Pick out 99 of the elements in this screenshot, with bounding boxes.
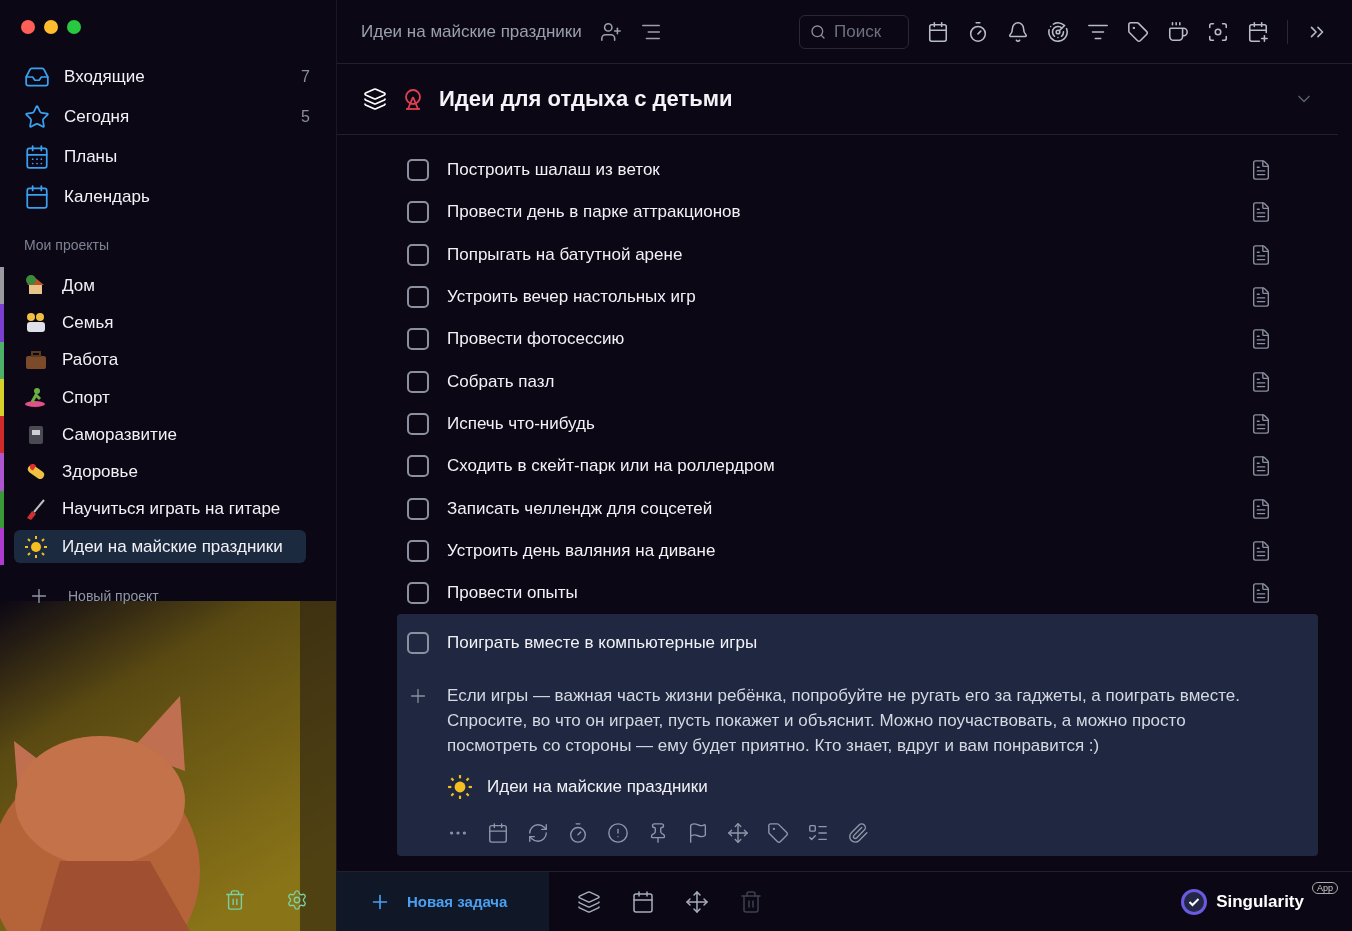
project-item[interactable]: Семья (14, 306, 306, 340)
repeat-icon[interactable] (527, 821, 549, 844)
sidebar-item[interactable]: Входящие 7 (0, 57, 336, 97)
task-checkbox[interactable] (407, 201, 429, 224)
cup-icon[interactable] (1167, 20, 1189, 43)
project-item[interactable]: Спорт (14, 380, 306, 415)
surfer-icon (24, 385, 48, 410)
project-item[interactable]: Саморазвитие (14, 418, 306, 452)
move-icon[interactable] (727, 821, 749, 844)
note-icon[interactable] (1250, 497, 1272, 520)
search-field[interactable]: Поиск (799, 14, 909, 49)
brand-logo (1180, 887, 1209, 916)
project-item[interactable]: Дом (14, 269, 306, 303)
close-window-button[interactable] (21, 20, 35, 34)
task-title[interactable]: Провести фотосессию (447, 329, 1232, 350)
task-title[interactable]: Собрать пазл (447, 371, 1232, 392)
note-icon[interactable] (1250, 455, 1272, 478)
search-icon (810, 23, 826, 40)
item-count: 5 (301, 108, 310, 126)
trash-icon[interactable] (224, 889, 246, 911)
task-title[interactable]: Устроить день валяния на диване (447, 540, 1232, 561)
note-icon[interactable] (1250, 201, 1272, 224)
task-checkbox[interactable] (407, 497, 429, 520)
layers-icon[interactable] (577, 889, 601, 914)
focus-icon[interactable] (1207, 20, 1229, 43)
calendar-icon[interactable] (927, 20, 949, 43)
task-checkbox[interactable] (407, 370, 429, 393)
task-checkbox[interactable] (407, 455, 429, 478)
task-project[interactable]: Идеи на майские праздники (487, 776, 708, 797)
sidebar-label: Календарь (64, 187, 151, 207)
note-icon[interactable] (1250, 328, 1272, 351)
move-icon[interactable] (685, 889, 709, 914)
new-task-button[interactable]: Новая задача (337, 872, 549, 931)
guitar-icon (24, 497, 48, 522)
add-user-icon[interactable] (599, 20, 622, 43)
alert-icon[interactable] (607, 821, 629, 844)
task-title[interactable]: Попрыгать на батутной арене (447, 244, 1232, 265)
new-project-button[interactable]: Новый проект (0, 565, 336, 608)
sidebar-label: Планы (64, 147, 119, 167)
note-icon[interactable] (1250, 582, 1272, 605)
tag-icon[interactable] (767, 821, 789, 844)
stopwatch-icon[interactable] (967, 20, 989, 43)
note-icon[interactable] (1250, 243, 1272, 266)
task-title[interactable]: Провести опыты (447, 583, 1232, 604)
note-icon[interactable] (1250, 370, 1272, 393)
calendar-icon[interactable] (487, 821, 509, 844)
task-title[interactable]: Сходить в скейт-парк или на роллердром (447, 456, 1232, 477)
task-note: Если игры — важная часть жизни ребёнка, попробуйте не ругать его за гаджеты, а поиграть вместе. Спросите, во что он играет, пусть покажет и объяснит. Можно поучаствовать, а можно просто посмотреть со стороны — ему будет приятно. Кто знает, вдруг и вам понравится :) (447, 684, 1242, 757)
section-title: Идеи для отдыха с детьми (439, 86, 734, 112)
settings-icon[interactable] (286, 889, 308, 911)
project-item[interactable]: Идеи на майские праздники (14, 530, 306, 564)
calendar-icon (24, 144, 50, 170)
sidebar-label: Входящие (64, 67, 146, 87)
task-title[interactable]: Устроить вечер настольных игр (447, 287, 1232, 308)
task-title[interactable]: Испечь что-нибудь (447, 413, 1232, 434)
task-title[interactable]: Построить шалаш из веток (447, 160, 1232, 181)
sidebar-item[interactable]: Планы (0, 137, 336, 177)
breadcrumb-title: Идеи на майские праздники (361, 21, 582, 42)
task-checkbox[interactable] (407, 243, 429, 266)
sidebar-label: Сегодня (64, 107, 131, 127)
task-checkbox[interactable] (407, 328, 429, 351)
note-icon[interactable] (1250, 412, 1272, 435)
project-item[interactable]: Работа (14, 343, 306, 377)
task-checkbox[interactable] (407, 539, 429, 562)
item-count: 7 (301, 68, 310, 86)
sun-icon (447, 773, 473, 800)
calendar-icon[interactable] (631, 889, 655, 914)
zoom-window-button[interactable] (67, 20, 81, 34)
star-icon (24, 104, 50, 130)
task-checkbox[interactable] (407, 582, 429, 605)
note-icon[interactable] (1250, 539, 1272, 562)
note-icon[interactable] (1250, 286, 1272, 309)
sidebar-item[interactable]: Календарь (0, 177, 336, 217)
bell-icon[interactable] (1007, 20, 1029, 43)
project-item[interactable]: Научиться играть на гитаре (14, 492, 306, 527)
sidebar-item[interactable]: Сегодня 5 (0, 97, 336, 137)
inbox-icon (24, 64, 50, 90)
sun-icon (24, 534, 48, 559)
radar-icon[interactable] (1047, 20, 1069, 43)
task-checkbox[interactable] (407, 286, 429, 309)
paperclip-icon[interactable] (847, 821, 869, 844)
calendar-plus-icon[interactable] (1247, 20, 1269, 43)
task-title[interactable]: Записать челлендж для соцсетей (447, 498, 1232, 519)
minimize-window-button[interactable] (44, 20, 58, 34)
task-checkbox[interactable] (407, 632, 429, 655)
flag-icon[interactable] (687, 821, 709, 844)
task-checkbox[interactable] (407, 159, 429, 182)
people-icon (24, 310, 48, 335)
task-checkbox[interactable] (407, 412, 429, 435)
project-item[interactable]: Здоровье (14, 455, 306, 489)
calendar-icon (24, 184, 50, 210)
layers-icon[interactable] (363, 87, 387, 111)
note-icon[interactable] (1250, 159, 1272, 182)
projects-heading: Мои проекты (23, 236, 110, 255)
tag-icon[interactable] (1127, 20, 1149, 43)
task-title[interactable]: Поиграть вместе в компьютерные игры (447, 633, 1272, 654)
stopwatch-icon[interactable] (567, 821, 589, 844)
task-title[interactable]: Провести день в парке аттракционов (447, 202, 1232, 223)
brand-name: Singularity (1216, 891, 1304, 912)
